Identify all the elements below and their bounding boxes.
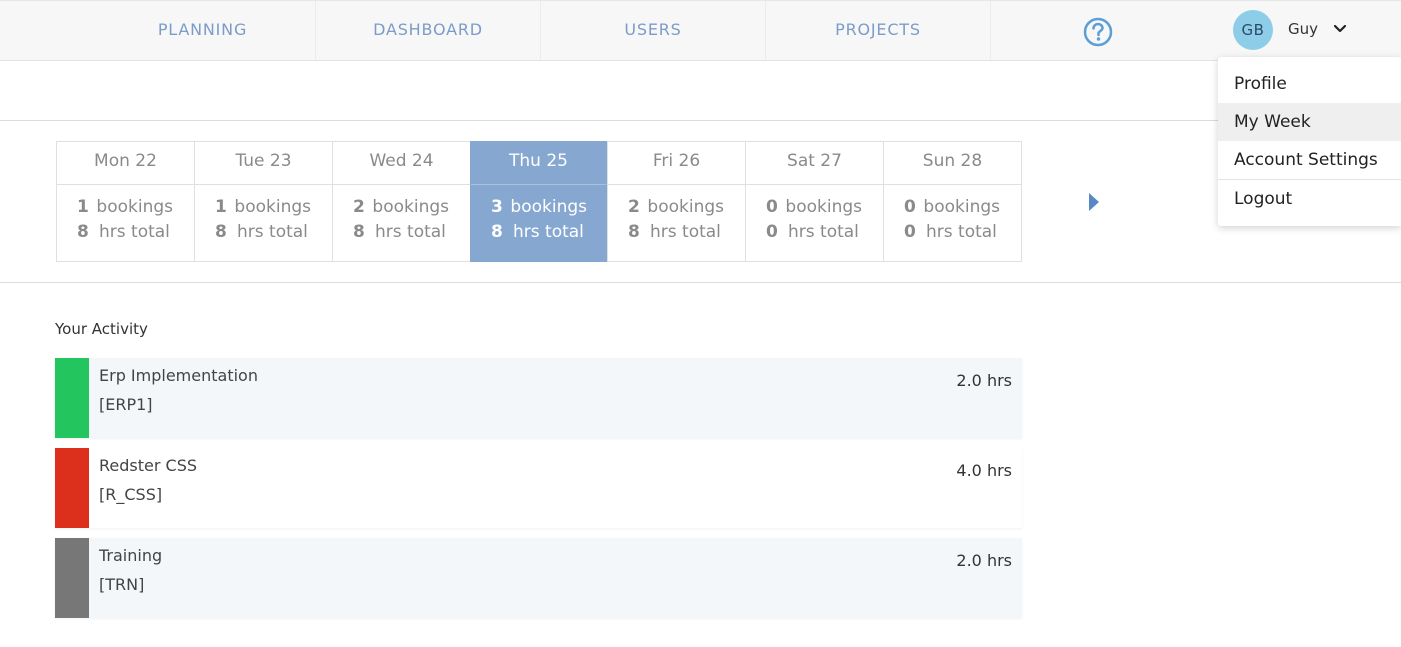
day-label: Thu 25 bbox=[471, 142, 606, 185]
bookings-count: 2 bbox=[353, 197, 365, 217]
bookings-count: 1 bbox=[77, 197, 89, 217]
bookings-label: bookings bbox=[234, 197, 311, 217]
top-nav: PLANNING DASHBOARD USERS PROJECTS GB Guy bbox=[0, 0, 1401, 61]
day-label: Fri 26 bbox=[608, 142, 745, 185]
activity-item[interactable]: Redster CSS [R_CSS] 4.0 hrs bbox=[55, 448, 1022, 528]
nav-divider bbox=[990, 1, 991, 60]
day-cell-selected[interactable]: Thu 25 3 bookings 8 hrs total bbox=[470, 141, 607, 262]
hours-label: hrs total bbox=[926, 222, 997, 242]
bookings-count: 3 bbox=[491, 197, 503, 217]
hours-count: 0 bbox=[766, 222, 778, 242]
project-hours: 2.0 hrs bbox=[956, 551, 1012, 570]
project-code: [R_CSS] bbox=[99, 485, 163, 504]
activity-item[interactable]: Erp Implementation [ERP1] 2.0 hrs bbox=[55, 358, 1022, 438]
day-cell[interactable]: Tue 23 1 bookings 8 hrs total bbox=[194, 141, 333, 262]
project-hours: 2.0 hrs bbox=[956, 371, 1012, 390]
bookings-count: 2 bbox=[628, 197, 640, 217]
caret-right-icon[interactable] bbox=[1088, 192, 1100, 212]
project-name: Erp Implementation bbox=[99, 366, 258, 385]
hours-count: 0 bbox=[904, 222, 916, 242]
bookings-label: bookings bbox=[647, 197, 724, 217]
hours-label: hrs total bbox=[788, 222, 859, 242]
bookings-count: 1 bbox=[215, 197, 227, 217]
day-cell[interactable]: Fri 26 2 bookings 8 hrs total bbox=[607, 141, 746, 262]
day-cell[interactable]: Mon 22 1 bookings 8 hrs total bbox=[56, 141, 195, 262]
day-label: Sun 28 bbox=[884, 142, 1021, 185]
nav-projects[interactable]: PROJECTS bbox=[766, 1, 990, 60]
menu-item-profile[interactable]: Profile bbox=[1218, 65, 1401, 103]
bookings-count: 0 bbox=[904, 197, 916, 217]
day-cell[interactable]: Wed 24 2 bookings 8 hrs total bbox=[332, 141, 471, 262]
activity-item[interactable]: Training [TRN] 2.0 hrs bbox=[55, 538, 1022, 618]
hours-label: hrs total bbox=[375, 222, 446, 242]
project-hours: 4.0 hrs bbox=[956, 461, 1012, 480]
project-color-swatch bbox=[55, 448, 89, 528]
bookings-label: bookings bbox=[923, 197, 1000, 217]
hours-count: 8 bbox=[628, 222, 640, 242]
day-label: Wed 24 bbox=[333, 142, 470, 185]
bookings-label: bookings bbox=[510, 197, 587, 217]
hours-label: hrs total bbox=[237, 222, 308, 242]
bookings-label: bookings bbox=[96, 197, 173, 217]
project-name: Redster CSS bbox=[99, 456, 197, 475]
nav-users[interactable]: USERS bbox=[541, 1, 765, 60]
project-color-swatch bbox=[55, 538, 89, 618]
avatar[interactable]: GB bbox=[1233, 10, 1273, 50]
user-menu-dropdown: Profile My Week Account Settings Logout bbox=[1218, 57, 1401, 226]
menu-item-account-settings[interactable]: Account Settings bbox=[1218, 141, 1401, 179]
question-circle-icon[interactable] bbox=[1083, 17, 1113, 47]
project-code: [TRN] bbox=[99, 575, 145, 594]
day-cell[interactable]: Sat 27 0 bookings 0 hrs total bbox=[745, 141, 884, 262]
project-code: [ERP1] bbox=[99, 395, 153, 414]
menu-item-logout[interactable]: Logout bbox=[1218, 180, 1401, 218]
hours-label: hrs total bbox=[650, 222, 721, 242]
bookings-label: bookings bbox=[785, 197, 862, 217]
nav-planning[interactable]: PLANNING bbox=[90, 1, 315, 60]
hours-count: 8 bbox=[353, 222, 365, 242]
sub-header bbox=[0, 61, 1401, 121]
section-divider bbox=[0, 282, 1401, 283]
bookings-label: bookings bbox=[372, 197, 449, 217]
day-label: Mon 22 bbox=[57, 142, 194, 185]
project-color-swatch bbox=[55, 358, 89, 438]
day-cell[interactable]: Sun 28 0 bookings 0 hrs total bbox=[883, 141, 1022, 262]
day-label: Sat 27 bbox=[746, 142, 883, 185]
hours-count: 8 bbox=[491, 222, 503, 242]
day-label: Tue 23 bbox=[195, 142, 332, 185]
nav-dashboard[interactable]: DASHBOARD bbox=[316, 1, 540, 60]
activity-title: Your Activity bbox=[55, 320, 148, 338]
hours-label: hrs total bbox=[99, 222, 170, 242]
chevron-down-icon[interactable] bbox=[1332, 21, 1348, 37]
menu-item-my-week[interactable]: My Week bbox=[1218, 103, 1401, 141]
user-name[interactable]: Guy bbox=[1288, 20, 1318, 38]
bookings-count: 0 bbox=[766, 197, 778, 217]
project-name: Training bbox=[99, 546, 163, 565]
hours-label: hrs total bbox=[513, 222, 584, 242]
hours-count: 8 bbox=[215, 222, 227, 242]
hours-count: 8 bbox=[77, 222, 89, 242]
